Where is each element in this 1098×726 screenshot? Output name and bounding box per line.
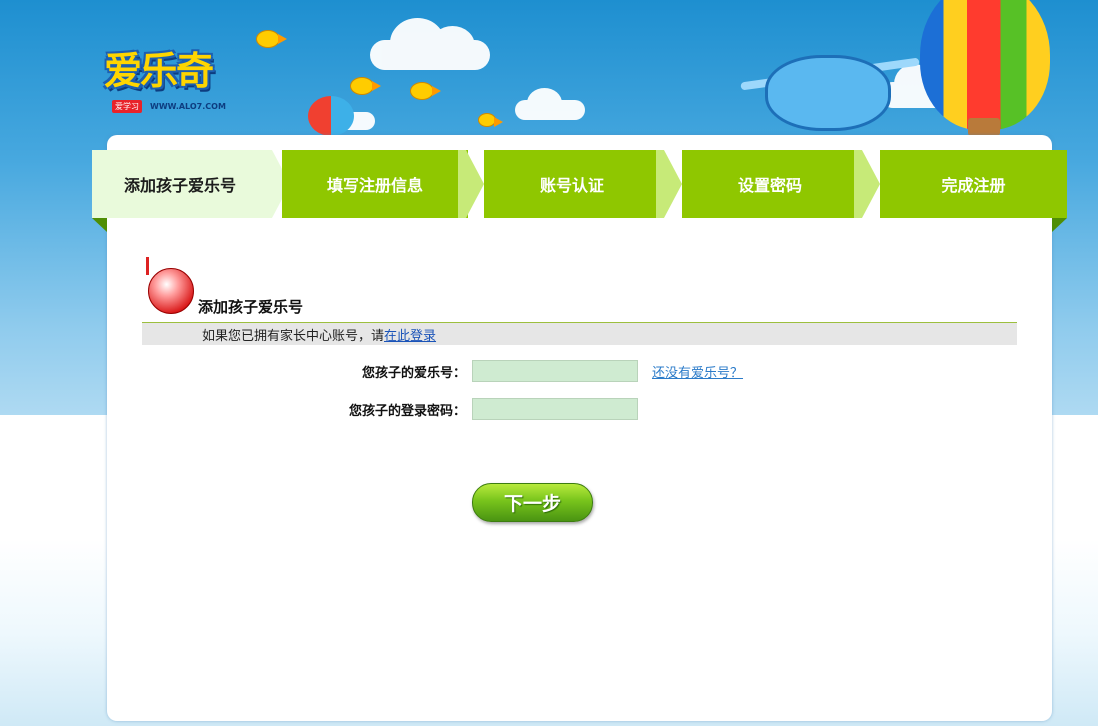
no-id-link[interactable]: 还没有爱乐号？ [652,362,743,381]
logo-text: 爱乐奇 [104,49,214,93]
apple-balloon-icon [308,96,354,136]
helicopter-character-icon [765,55,891,131]
step-label: 设置密码 [737,176,802,195]
main-panel [107,135,1052,721]
logo-url: WWW.ALO7.COM [150,102,226,111]
robot-ball-icon [148,268,194,314]
notice-text: 如果您已拥有家长中心账号，请在此登录 [202,325,436,344]
brand-logo[interactable]: 爱乐奇 爱学习 WWW.ALO7.COM [104,40,230,120]
logo-badge: 爱学习 [112,100,142,113]
step-fill-info: 填写注册信息 [282,150,468,218]
child-password-input[interactable] [472,398,638,420]
notice-prefix: 如果您已拥有家长中心账号，请 [202,329,385,344]
ribbon-fold-right [1052,218,1067,232]
fish-icon [350,77,381,95]
login-here-link[interactable]: 在此登录 [384,329,436,344]
fish-icon [478,113,503,127]
antenna-icon [146,257,149,275]
step-label: 添加孩子爱乐号 [123,176,236,195]
step-add-child-id: 添加孩子爱乐号 [92,150,268,218]
child-id-label: 您孩子的爱乐号： [361,366,466,381]
child-password-label: 您孩子的登录密码： [348,404,466,419]
step-complete: 完成注册 [880,150,1067,218]
balloon-basket-icon [968,118,1000,136]
step-label: 完成注册 [941,176,1006,195]
hot-air-balloon-icon [920,0,1050,130]
ribbon-fold-left [92,218,107,232]
next-button[interactable]: 下一步 [472,483,593,522]
login-notice: 如果您已拥有家长中心账号，请在此登录 [142,323,1017,345]
child-id-input[interactable] [472,360,638,382]
registration-steps: 添加孩子爱乐号 填写注册信息 账号认证 设置密码 完成注册 [92,150,1067,218]
fish-icon [256,30,287,48]
step-verify-account: 账号认证 [484,150,660,218]
step-label: 填写注册信息 [326,176,423,195]
step-set-password: 设置密码 [682,150,858,218]
fish-icon [410,82,441,100]
section-title: 添加孩子爱乐号 [198,298,304,316]
step-label: 账号认证 [539,176,604,195]
cloud-decoration [370,18,490,70]
cloud-decoration [515,88,585,120]
